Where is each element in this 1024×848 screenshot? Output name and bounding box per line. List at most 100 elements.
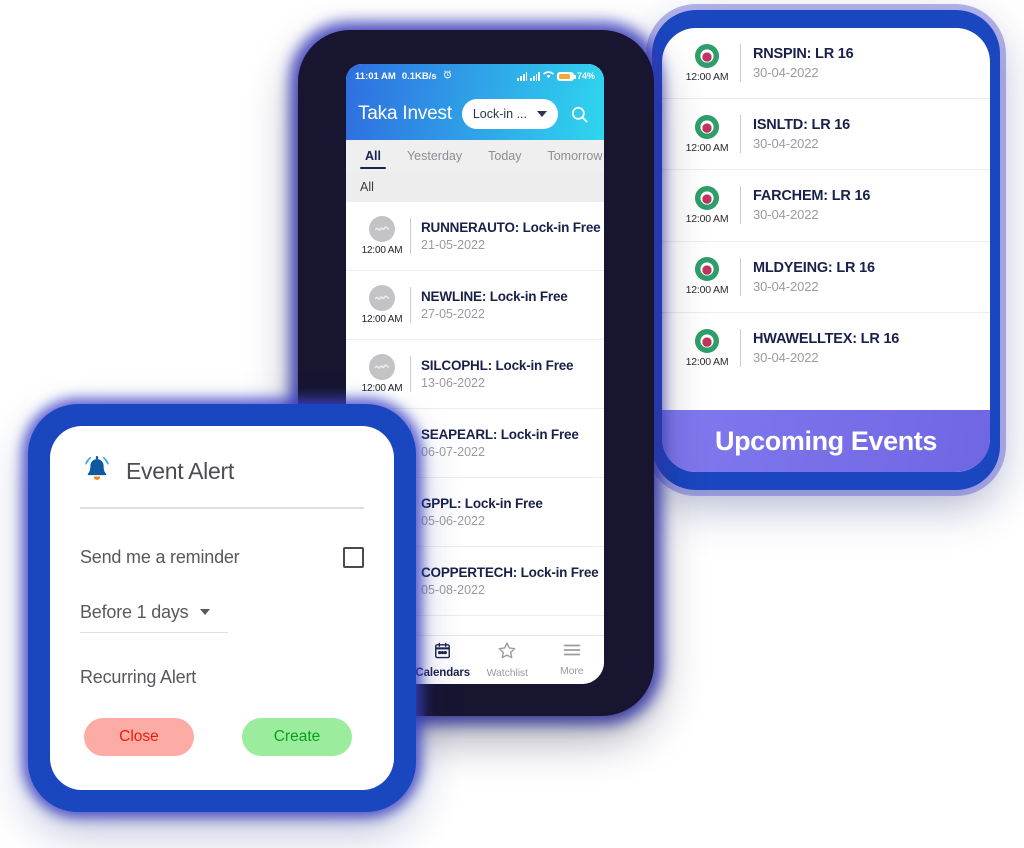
list-item[interactable]: 12:00 AM MLDYEING: LR 16 30-04-2022 (662, 242, 990, 313)
send-reminder-label: Send me a reminder (80, 546, 240, 567)
upcoming-events-card-frame: 12:00 AM RNSPIN: LR 16 30-04-2022 12:00 … (652, 10, 1000, 490)
nav-label: Calendars (415, 666, 471, 679)
recurring-alert-label: Recurring Alert (80, 667, 197, 687)
event-date: 30-04-2022 (753, 136, 819, 152)
dialog-title: Event Alert (126, 458, 234, 484)
upcoming-events-banner: Upcoming Events (662, 410, 990, 472)
nav-item-watchlist[interactable]: Watchlist (475, 641, 540, 679)
list-item[interactable]: 12:00 AM HWAWELLTEX: LR 16 30-04-2022 (662, 313, 990, 384)
event-text: COPPERTECH: Lock-in Free 05-08-2022 (421, 565, 599, 597)
event-date: 27-05-2022 (421, 307, 485, 321)
create-button[interactable]: Create (242, 718, 352, 756)
event-time: 12:00 AM (361, 314, 403, 325)
event-time: 12:00 AM (685, 70, 729, 83)
event-title: SILCOPHL: Lock-in Free (421, 358, 574, 373)
before-days-row[interactable]: Before 1 days (80, 601, 211, 623)
chevron-down-icon (200, 609, 211, 615)
event-time: 12:00 AM (685, 284, 729, 297)
nav-label: More (559, 665, 584, 677)
tab-yesterday[interactable]: Yesterday (394, 140, 475, 172)
event-text: NEWLINE: Lock-in Free 27-05-2022 (421, 289, 596, 321)
wave-avatar-icon (369, 285, 395, 311)
tab-label: Tomorrow (547, 149, 603, 163)
event-time-block: 12:00 AM (676, 185, 738, 225)
nav-label: Watchlist (486, 666, 528, 679)
list-item[interactable]: 12:00 AM RNSPIN: LR 16 30-04-2022 (662, 28, 990, 100)
status-bar: 11:01 AM 0.1KB/s 74% (346, 64, 604, 88)
row-divider (410, 356, 411, 392)
section-header: All (346, 172, 604, 202)
event-date: 05-06-2022 (421, 514, 485, 528)
tab-all[interactable]: All (352, 140, 394, 172)
lock-in-filter-value: Lock-in ... (472, 107, 527, 121)
event-title: RUNNERAUTO: Lock-in Free (421, 220, 601, 235)
row-divider (740, 186, 741, 225)
event-text: GPPL: Lock-in Free 05-06-2022 (421, 496, 596, 528)
event-date: 30-04-2022 (753, 207, 819, 223)
filter-tab-bar[interactable]: All Yesterday Today Tomorrow This (346, 140, 604, 172)
event-time-block: 12:00 AM (676, 257, 738, 296)
event-title: NEWLINE: Lock-in Free (421, 289, 568, 304)
send-reminder-row[interactable]: Send me a reminder (80, 546, 364, 568)
wifi-icon (542, 70, 554, 82)
company-logo-icon (695, 185, 719, 210)
table-row[interactable]: 12:00 AM SILCOPHL: Lock-in Free 13-06-20… (346, 340, 604, 409)
dialog-header: Event Alert (80, 452, 364, 491)
event-text: RNSPIN: LR 16 30-04-2022 (753, 46, 980, 80)
row-divider (410, 218, 411, 254)
row-divider (740, 329, 741, 368)
event-date: 21-05-2022 (421, 238, 485, 252)
dialog-divider (80, 507, 364, 509)
before-days-underline (80, 631, 228, 633)
row-divider (740, 44, 741, 83)
send-reminder-checkbox[interactable] (343, 546, 364, 568)
event-title: MLDYEING: LR 16 (753, 259, 875, 276)
event-title: COPPERTECH: Lock-in Free (421, 565, 599, 580)
event-time-block: 12:00 AM (676, 43, 738, 83)
before-days-field[interactable]: Before 1 days (80, 568, 364, 633)
tab-tomorrow[interactable]: Tomorrow (534, 140, 604, 172)
list-item[interactable]: 12:00 AM ISNLTD: LR 16 30-04-2022 (662, 99, 990, 171)
event-alert-dialog: Event Alert Send me a reminder Before 1 … (50, 426, 394, 790)
status-bar-left: 11:01 AM 0.1KB/s (355, 70, 452, 82)
tab-today[interactable]: Today (475, 140, 534, 172)
company-logo-icon (695, 257, 719, 282)
tab-label: Yesterday (406, 149, 463, 163)
company-logo-icon (695, 43, 719, 68)
nav-item-more[interactable]: More (540, 643, 605, 677)
event-time-block: 12:00 AM (354, 285, 410, 325)
wave-avatar-icon (369, 354, 395, 380)
event-title: ISNLTD: LR 16 (753, 117, 851, 134)
event-time-block: 12:00 AM (354, 216, 410, 256)
tab-label: Today (488, 149, 522, 163)
event-time: 12:00 AM (685, 355, 729, 368)
event-text: SILCOPHL: Lock-in Free 13-06-2022 (421, 358, 596, 390)
event-time: 12:00 AM (361, 245, 403, 256)
company-logo-icon (695, 328, 719, 353)
wave-avatar-icon (369, 216, 395, 242)
upcoming-events-card: 12:00 AM RNSPIN: LR 16 30-04-2022 12:00 … (662, 28, 990, 472)
upcoming-events-list[interactable]: 12:00 AM RNSPIN: LR 16 30-04-2022 12:00 … (662, 28, 990, 410)
close-button[interactable]: Close (84, 718, 194, 756)
status-time: 11:01 AM (355, 70, 396, 82)
event-title: FARCHEM: LR 16 (753, 188, 871, 205)
before-days-value: Before 1 days (80, 601, 189, 622)
row-divider (410, 287, 411, 323)
battery-percent: 74% (576, 71, 595, 81)
search-icon[interactable] (566, 105, 592, 124)
event-title: SEAPEARL: Lock-in Free (421, 427, 579, 442)
list-item[interactable]: 12:00 AM FARCHEM: LR 16 30-04-2022 (662, 170, 990, 242)
event-title: RNSPIN: LR 16 (753, 46, 854, 63)
tab-label: All (365, 149, 381, 163)
app-bar: Taka Invest Lock-in ... (346, 88, 604, 140)
table-row[interactable]: 12:00 AM RUNNERAUTO: Lock-in Free 21-05-… (346, 202, 604, 271)
event-text: SEAPEARL: Lock-in Free 06-07-2022 (421, 427, 596, 459)
event-time-block: 12:00 AM (676, 114, 738, 154)
app-title: Taka Invest (358, 103, 452, 124)
table-row[interactable]: 12:00 AM NEWLINE: Lock-in Free 27-05-202… (346, 271, 604, 340)
chevron-down-icon (537, 111, 547, 117)
lock-in-filter-dropdown[interactable]: Lock-in ... (461, 99, 558, 129)
event-text: FARCHEM: LR 16 30-04-2022 (753, 188, 980, 222)
signal-bars-icon (517, 71, 528, 81)
event-date: 30-04-2022 (753, 350, 819, 366)
